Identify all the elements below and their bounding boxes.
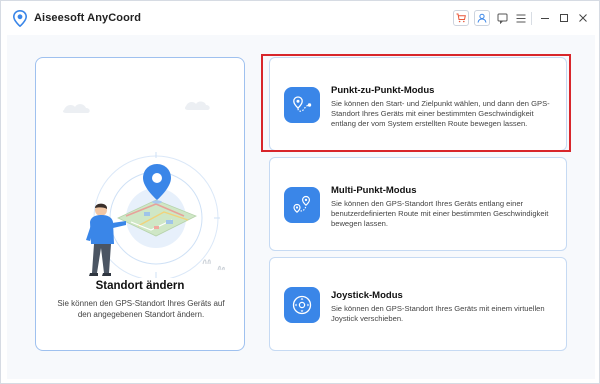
cart-icon[interactable] xyxy=(453,10,469,26)
joystick-mode-description: Sie können den GPS-Standort Ihres Geräts… xyxy=(331,304,545,323)
multi-point-mode-title: Multi-Punkt-Modus xyxy=(331,185,417,196)
minimize-icon[interactable] xyxy=(538,11,552,25)
route-pin-icon xyxy=(284,87,320,123)
point-to-point-mode-card[interactable]: Punkt-zu-Punkt-Modus Sie können den Star… xyxy=(269,57,567,151)
menu-icon[interactable] xyxy=(514,11,528,25)
location-illustration xyxy=(62,101,225,278)
change-location-title: Standort ändern xyxy=(95,280,185,292)
maximize-icon[interactable] xyxy=(557,11,571,25)
joystick-icon xyxy=(284,287,320,323)
joystick-mode-title: Joystick-Modus xyxy=(331,290,403,301)
user-icon[interactable] xyxy=(474,10,490,26)
title-bar: Aiseesoft AnyCoord xyxy=(1,1,599,35)
app-title: Aiseesoft AnyCoord xyxy=(34,12,142,24)
titlebar-divider xyxy=(531,12,532,25)
app-logo-icon xyxy=(12,9,28,28)
change-location-card[interactable]: Standort ändern Sie können den GPS-Stand… xyxy=(35,57,245,351)
multi-point-mode-card[interactable]: Multi-Punkt-Modus Sie können den GPS-Sta… xyxy=(269,157,567,251)
close-icon[interactable] xyxy=(576,11,590,25)
app-window: Aiseesoft AnyCoord Standort ändern Sie k… xyxy=(0,0,600,384)
feedback-icon[interactable] xyxy=(495,11,509,25)
change-location-description: Sie können den GPS-Standort Ihres Geräts… xyxy=(57,299,225,319)
point-to-point-mode-description: Sie können den Start- und Zielpunkt wähl… xyxy=(331,99,550,128)
multi-point-mode-description: Sie können den GPS-Standort Ihres Geräts… xyxy=(331,199,549,228)
point-to-point-mode-title: Punkt-zu-Punkt-Modus xyxy=(331,85,435,96)
joystick-mode-card[interactable]: Joystick-Modus Sie können den GPS-Stando… xyxy=(269,257,567,351)
multi-pin-icon xyxy=(284,187,320,223)
